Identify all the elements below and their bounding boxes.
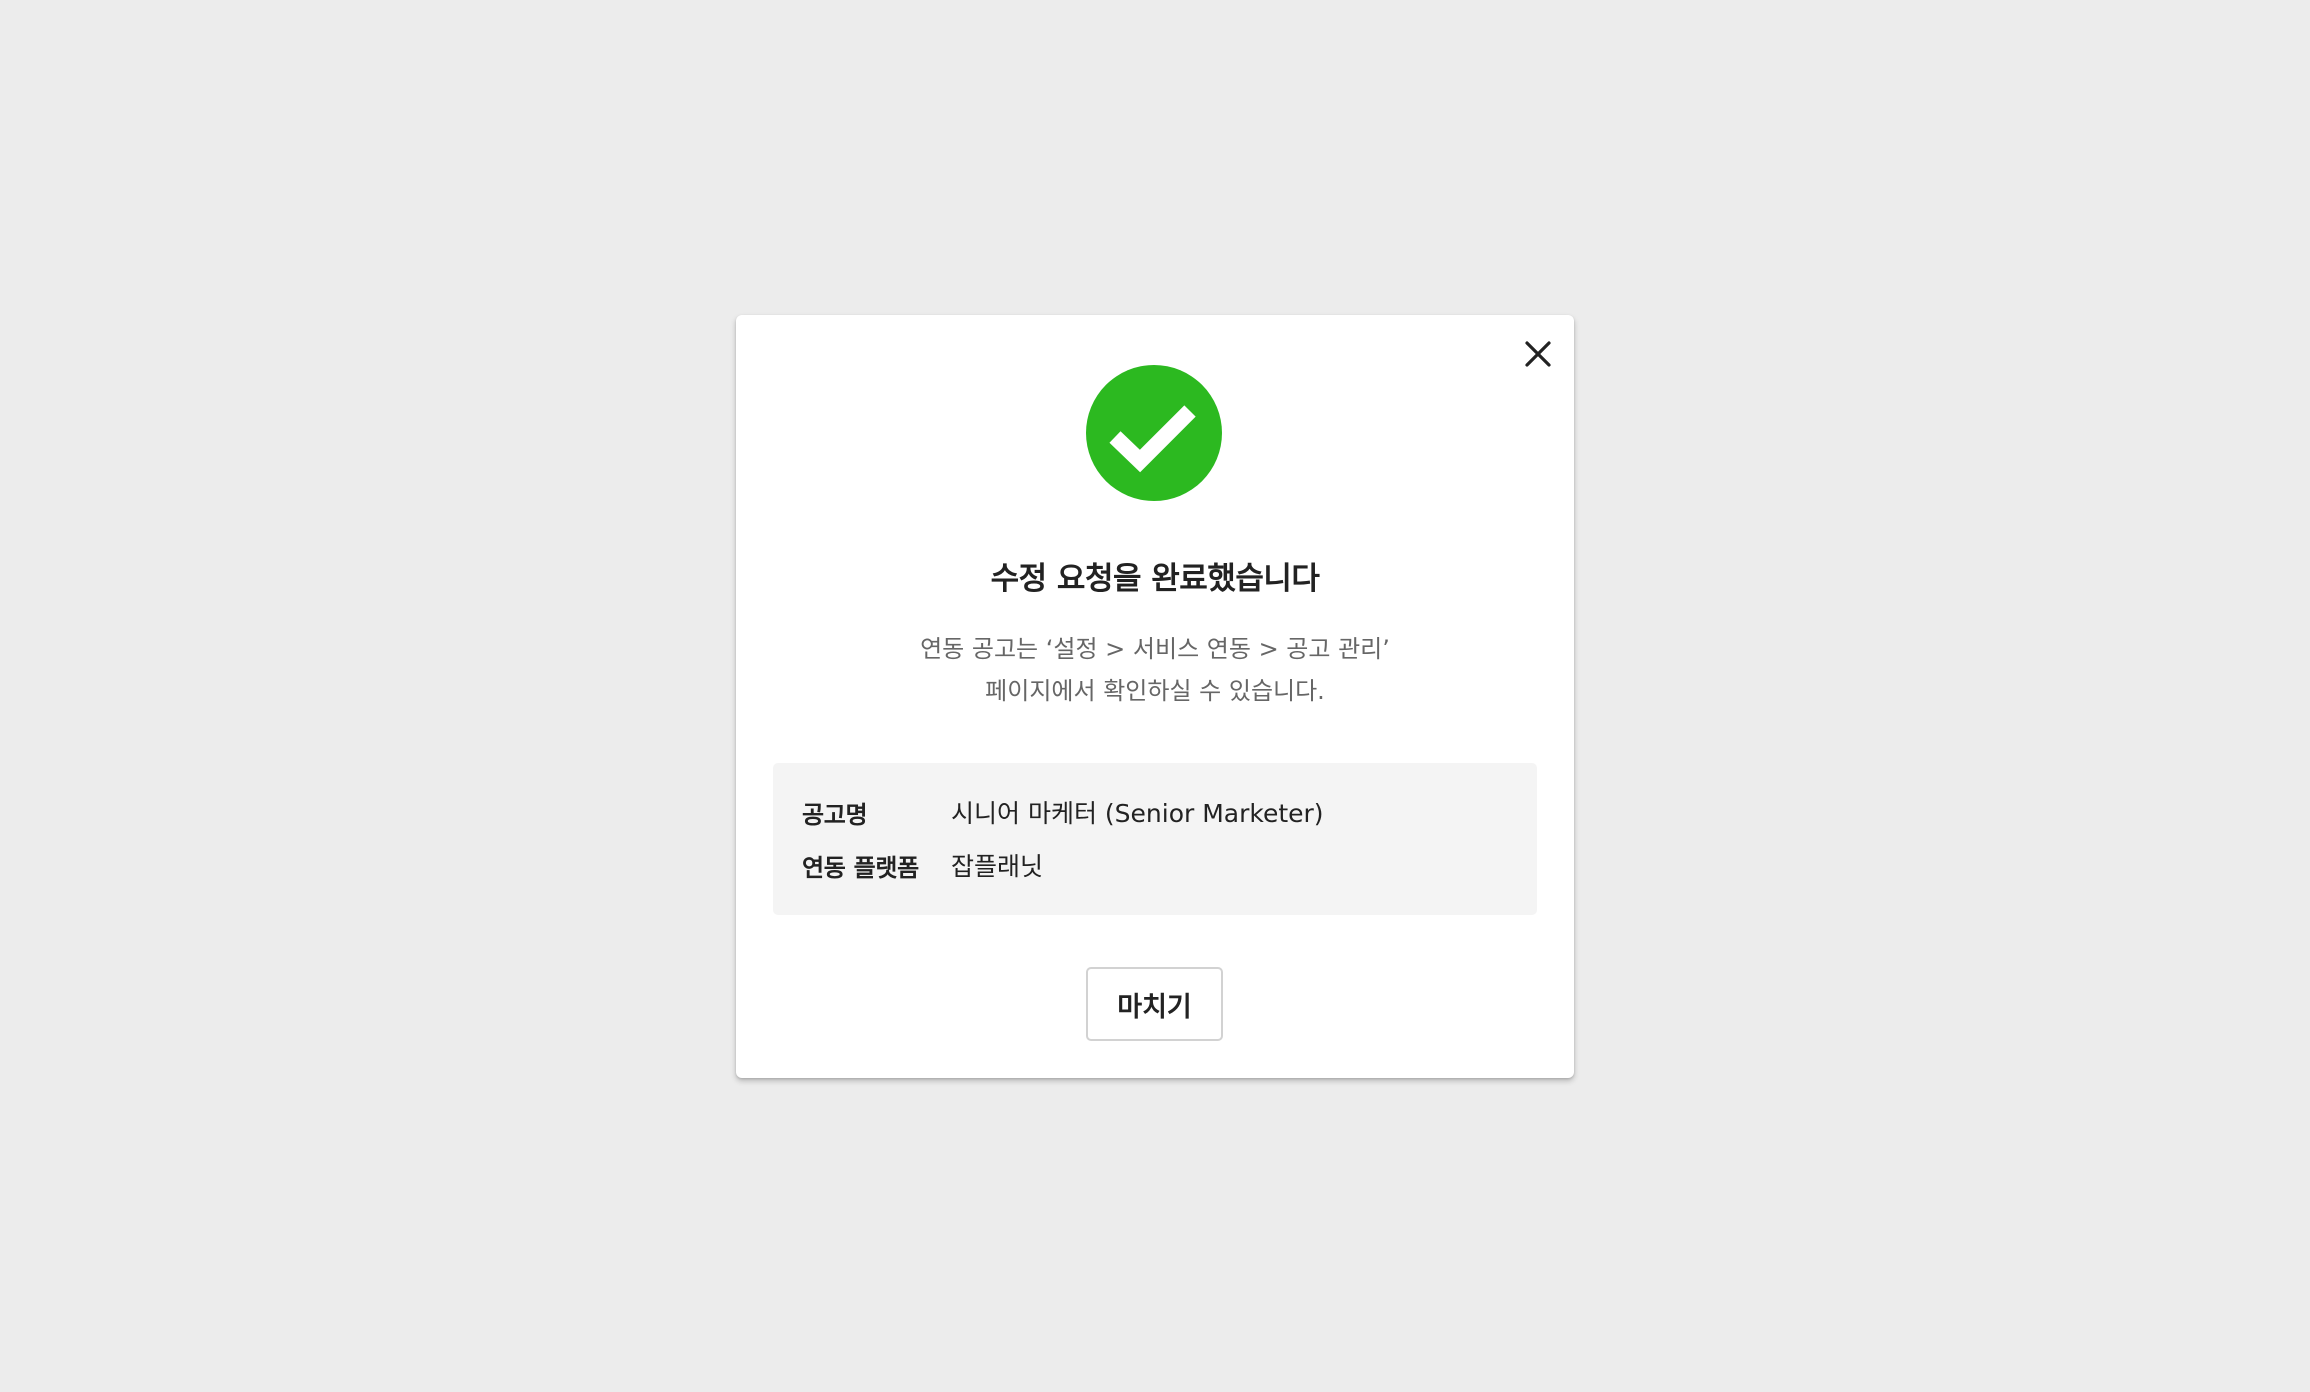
finish-button[interactable]: 마치기	[1086, 967, 1223, 1041]
info-row-job-title: 공고명 시니어 마케터 (Senior Marketer)	[802, 792, 1324, 832]
info-value: 잡플래닛	[951, 852, 1044, 881]
description-line: 페이지에서 확인하실 수 있습니다.	[985, 677, 1325, 705]
dialog-title: 수정 요청을 완료했습니다	[990, 561, 1320, 597]
info-value: 시니어 마케터 (Senior Marketer)	[951, 799, 1324, 828]
info-label: 공고명	[802, 800, 868, 829]
description-line: 연동 공고는 ‘설정 > 서비스 연동 > 공고 관리’	[920, 635, 1390, 663]
job-info-box: 공고명 시니어 마케터 (Senior Marketer) 연동 플랫폼 잡플래…	[773, 763, 1537, 915]
close-button[interactable]	[1519, 335, 1557, 373]
info-label: 연동 플랫폼	[802, 853, 919, 882]
success-dialog: 수정 요청을 완료했습니다 연동 공고는 ‘설정 > 서비스 연동 > 공고 관…	[736, 315, 1574, 1078]
check-circle-icon	[1086, 365, 1222, 501]
close-icon	[1525, 341, 1551, 367]
dialog-description: 연동 공고는 ‘설정 > 서비스 연동 > 공고 관리’ 페이지에서 확인하실 …	[736, 628, 1574, 712]
info-row-platform: 연동 플랫폼 잡플래닛	[802, 845, 1043, 885]
